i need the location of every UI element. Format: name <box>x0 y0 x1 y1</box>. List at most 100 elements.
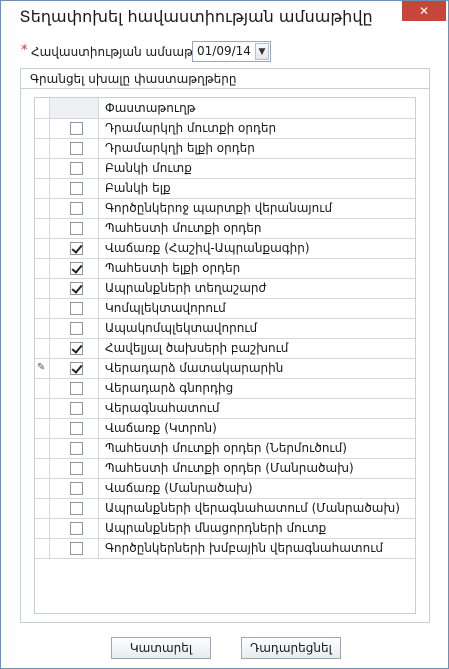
table-row[interactable]: Ապրանքների մնացորդների մուտք <box>35 519 415 539</box>
row-checkbox[interactable] <box>70 362 83 375</box>
row-document-label: Վաճառք (Մանրածախ) <box>105 481 253 495</box>
column-header-document[interactable]: Փաստաթուղթ <box>99 98 415 118</box>
row-indicator-cell <box>35 199 50 218</box>
row-indicator-cell <box>35 259 50 278</box>
grid-header: Փաստաթուղթ <box>35 98 415 119</box>
close-icon: ✕ <box>418 4 430 18</box>
table-row[interactable]: Պահեստի մուտքի օրդեր <box>35 219 415 239</box>
row-document-label: Դրամարկղի մուտքի օրդեր <box>105 121 277 135</box>
table-row[interactable]: Դրամարկղի մուտքի օրդեր <box>35 119 415 139</box>
row-document-label: Դրամարկղի ելքի օրդեր <box>105 141 255 155</box>
row-indicator-cell <box>35 419 50 438</box>
table-row[interactable]: Կոմպլեկտավորում <box>35 299 415 319</box>
row-checkbox[interactable] <box>70 202 83 215</box>
table-row[interactable]: Գործընկերոջ պարտքի վերանայում <box>35 199 415 219</box>
row-indicator-cell <box>35 459 50 478</box>
row-document-label: Գործընկերոջ պարտքի վերանայում <box>105 201 333 215</box>
table-row[interactable]: Վերադարձ գնորդից <box>35 379 415 399</box>
row-document-label: Ապրանքների մնացորդների մուտք <box>105 521 327 535</box>
row-indicator-cell <box>35 439 50 458</box>
row-checkbox[interactable] <box>70 142 83 155</box>
row-document-label: Բանկի ելք <box>105 181 171 195</box>
row-checkbox[interactable] <box>70 222 83 235</box>
row-document-label: Վաճառք (Հաշիվ-Ապրանքագիր) <box>105 241 310 255</box>
table-row[interactable]: Վաճառք (Հաշիվ-Ապրանքագիր) <box>35 239 415 259</box>
row-document-label: Պահեստի ելքի օրդեր <box>105 261 241 275</box>
table-row[interactable]: Վերագնահատում <box>35 399 415 419</box>
table-row[interactable]: Հավելյալ ծախսերի բաշխում <box>35 339 415 359</box>
row-checkbox[interactable] <box>70 462 83 475</box>
row-checkbox[interactable] <box>70 162 83 175</box>
row-checkbox[interactable] <box>70 502 83 515</box>
row-document-label: Ապրանքների տեղաշարժ <box>105 281 267 295</box>
table-row[interactable]: Ապրանքների տեղաշարժ <box>35 279 415 299</box>
row-document-label: Բանկի մուտք <box>105 161 192 175</box>
close-button[interactable]: ✕ <box>402 1 446 21</box>
row-indicator-cell <box>35 159 50 178</box>
row-indicator-cell <box>35 379 50 398</box>
group-title: Գրանցել սխալը փաստաթղթերը <box>21 69 429 89</box>
row-indicator-cell <box>35 119 50 138</box>
row-checkbox[interactable] <box>70 282 83 295</box>
table-row[interactable]: Ապակոմպլեկտավորում <box>35 319 415 339</box>
row-checkbox[interactable] <box>70 262 83 275</box>
row-document-label: Վերագնահատում <box>105 401 220 415</box>
documents-grid: Փաստաթուղթ Դրամարկղի մուտքի օրդեր Դրամարկ… <box>34 97 416 614</box>
row-checkbox[interactable] <box>70 302 83 315</box>
row-indicator-cell <box>35 319 50 338</box>
table-row[interactable]: Բանկի ելք <box>35 179 415 199</box>
row-document-label: Վաճառք (Կտրոն) <box>105 421 217 435</box>
row-checkbox[interactable] <box>70 182 83 195</box>
required-marker: * <box>21 43 28 58</box>
row-checkbox[interactable] <box>70 542 83 555</box>
row-checkbox[interactable] <box>70 422 83 435</box>
row-indicator-cell <box>35 179 50 198</box>
grid-rows: Դրամարկղի մուտքի օրդեր Դրամարկղի ելքի օրդ… <box>35 119 415 559</box>
chevron-down-icon: ▼ <box>258 46 266 57</box>
row-indicator-cell <box>35 539 50 558</box>
dialog-title: Տեղափոխել հավաստիության ամսաթիվը <box>19 7 373 26</box>
row-checkbox[interactable] <box>70 342 83 355</box>
table-row[interactable]: Պահեստի մուտքի օրդեր (Ներմուծում) <box>35 439 415 459</box>
row-indicator-cell <box>35 219 50 238</box>
row-indicator-cell <box>35 239 50 258</box>
row-document-label: Գործընկերների խմբային վերագնահատում <box>105 541 384 555</box>
ok-button[interactable]: Կատարել <box>111 637 211 659</box>
row-checkbox[interactable] <box>70 522 83 535</box>
date-field-label: Հավաստիության ամսաթիվ <box>31 45 209 59</box>
row-indicator-cell <box>35 479 50 498</box>
header-check-cell[interactable] <box>50 98 99 118</box>
row-indicator-cell: ✎ <box>35 359 50 378</box>
table-row[interactable]: Պահեստի ելքի օրդեր <box>35 259 415 279</box>
table-row[interactable]: Դրամարկղի ելքի օրդեր <box>35 139 415 159</box>
table-row[interactable]: Վաճառք (Կտրոն) <box>35 419 415 439</box>
table-row[interactable]: ✎ Վերադարձ մատակարարին <box>35 359 415 379</box>
date-value[interactable]: 01/09/14 <box>197 44 251 58</box>
table-row[interactable]: Ապրանքների վերագնահատում (Մանրածախ) <box>35 499 415 519</box>
row-checkbox[interactable] <box>70 322 83 335</box>
row-document-label: Պահեստի մուտքի օրդեր (Ներմուծում) <box>105 441 347 455</box>
documents-group: Գրանցել սխալը փաստաթղթերը Փաստաթուղթ Դրա… <box>20 68 430 623</box>
cancel-button[interactable]: Դադարեցնել <box>241 637 341 659</box>
row-indicator-cell <box>35 139 50 158</box>
row-checkbox[interactable] <box>70 442 83 455</box>
row-checkbox[interactable] <box>70 482 83 495</box>
row-checkbox[interactable] <box>70 242 83 255</box>
table-row[interactable]: Պահեստի մուտքի օրդեր (Մանրածախ) <box>35 459 415 479</box>
row-indicator-cell <box>35 339 50 358</box>
table-row[interactable]: Վաճառք (Մանրածախ) <box>35 479 415 499</box>
title-bar: Տեղափոխել հավաստիության ամսաթիվը ✕ <box>1 1 448 33</box>
row-checkbox[interactable] <box>70 122 83 135</box>
row-document-label: Հավելյալ ծախսերի բաշխում <box>105 341 289 355</box>
row-indicator-cell <box>35 399 50 418</box>
dialog-window: Տեղափոխել հավաստիության ամսաթիվը ✕ * Հավ… <box>0 0 449 669</box>
row-checkbox[interactable] <box>70 402 83 415</box>
pencil-icon: ✎ <box>37 362 46 373</box>
date-picker[interactable]: 01/09/14 ▼ <box>192 41 271 62</box>
row-indicator-cell <box>35 299 50 318</box>
row-checkbox[interactable] <box>70 382 83 395</box>
dropdown-button[interactable]: ▼ <box>255 43 269 60</box>
row-document-label: Ապակոմպլեկտավորում <box>105 321 258 335</box>
table-row[interactable]: Բանկի մուտք <box>35 159 415 179</box>
table-row[interactable]: Գործընկերների խմբային վերագնահատում <box>35 539 415 559</box>
